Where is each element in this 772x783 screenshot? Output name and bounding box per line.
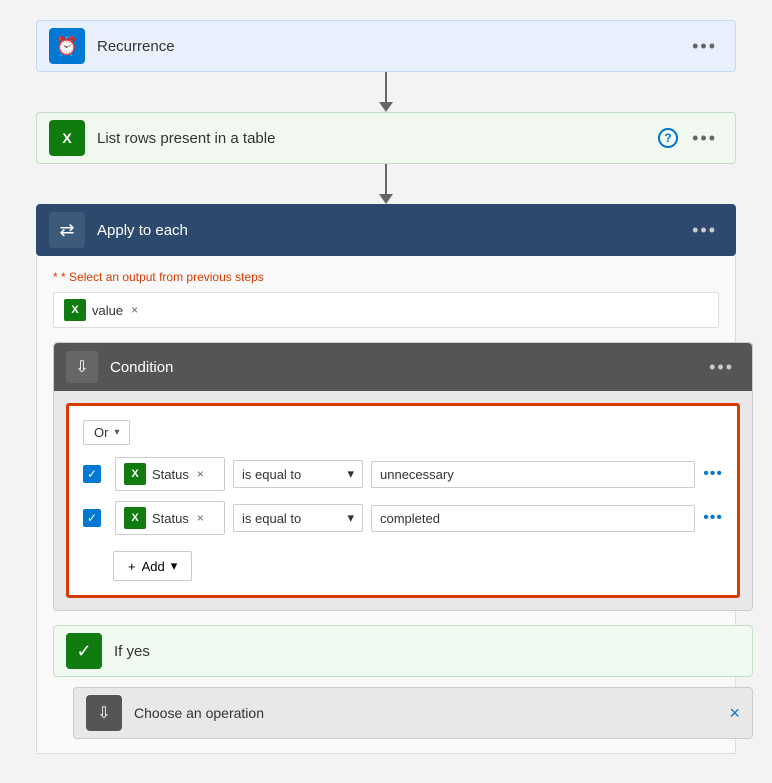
row1-operator-text: is equal to <box>242 467 301 482</box>
row2-operator-text: is equal to <box>242 511 301 526</box>
recurrence-more-button[interactable]: ••• <box>686 32 723 61</box>
or-dropdown[interactable]: Or ▾ <box>83 420 130 445</box>
arrow-2-head <box>379 194 393 204</box>
row2-field-remove[interactable]: × <box>197 511 204 525</box>
add-icon: + <box>128 559 136 574</box>
recurrence-icon-glyph: ⏰ <box>56 36 78 57</box>
row1-field-remove[interactable]: × <box>197 467 204 481</box>
select-label: * * Select an output from previous steps <box>53 270 719 284</box>
or-chevron-icon: ▾ <box>114 427 119 438</box>
list-rows-more-button[interactable]: ••• <box>686 124 723 153</box>
row1-checkbox[interactable]: ✓ <box>83 465 101 483</box>
arrow-1-head <box>379 102 393 112</box>
apply-each-title: Apply to each <box>97 222 686 239</box>
row1-field[interactable]: X Status × <box>115 457 225 491</box>
row1-operator-chevron: ▾ <box>347 466 354 482</box>
condition-title: Condition <box>110 359 703 376</box>
if-yes-title: If yes <box>114 643 740 660</box>
add-button[interactable]: + Add ▾ <box>113 551 192 581</box>
add-label: Add <box>142 559 165 574</box>
add-chevron-icon: ▾ <box>171 558 178 574</box>
apply-each-card: ⇄ Apply to each ••• <box>36 204 736 256</box>
if-yes-card: ✓ If yes <box>53 625 753 677</box>
recurrence-card: ⏰ Recurrence ••• <box>36 20 736 72</box>
row1-more-button[interactable]: ••• <box>703 465 723 483</box>
recurrence-actions: ••• <box>686 32 723 61</box>
condition-icon: ⇩ <box>66 351 98 383</box>
row1-value[interactable]: unnecessary <box>371 461 695 488</box>
recurrence-icon: ⏰ <box>49 28 85 64</box>
row1-operator[interactable]: is equal to ▾ <box>233 460 363 488</box>
condition-header: ⇩ Condition ••• <box>54 343 752 391</box>
row1-value-text: unnecessary <box>380 467 454 482</box>
row2-value[interactable]: completed <box>371 505 695 532</box>
choose-op-icon-glyph: ⇩ <box>97 703 110 723</box>
value-chip-remove[interactable]: × <box>131 303 138 317</box>
apply-each-icon: ⇄ <box>49 212 85 248</box>
or-label: Or <box>94 425 108 440</box>
choose-op-icon: ⇩ <box>86 695 122 731</box>
row2-excel-icon: X <box>124 507 146 529</box>
choose-op-section: ⇩ Choose an operation × <box>73 687 753 739</box>
row2-field-text: Status <box>152 511 189 526</box>
condition-more-button[interactable]: ••• <box>703 353 740 382</box>
row1-excel-icon: X <box>124 463 146 485</box>
value-chip-text: value <box>92 303 123 318</box>
choose-op-title: Choose an operation <box>134 705 264 721</box>
value-chip-row[interactable]: X value × <box>53 292 719 328</box>
list-rows-card: X List rows present in a table ? ••• <box>36 112 736 164</box>
arrow-2 <box>379 164 393 204</box>
flow-container: ⏰ Recurrence ••• X List rows present in … <box>20 20 752 754</box>
apply-each-icon-glyph: ⇄ <box>59 220 74 241</box>
arrow-1-line <box>385 72 387 102</box>
excel-icon-glyph: X <box>62 130 71 146</box>
row2-more-button[interactable]: ••• <box>703 509 723 527</box>
condition-card: ⇩ Condition ••• Or ▾ ✓ X <box>53 342 753 611</box>
arrow-1 <box>379 72 393 112</box>
apply-each-content: * * Select an output from previous steps… <box>36 256 736 754</box>
apply-each-more-button[interactable]: ••• <box>686 216 723 245</box>
row2-field[interactable]: X Status × <box>115 501 225 535</box>
apply-each-actions: ••• <box>686 216 723 245</box>
row2-operator[interactable]: is equal to ▾ <box>233 504 363 532</box>
row2-value-text: completed <box>380 511 440 526</box>
row2-operator-chevron: ▾ <box>347 510 354 526</box>
condition-row-1: ✓ X Status × is equal to ▾ unnecessary •… <box>83 457 723 491</box>
excel-icon: X <box>49 120 85 156</box>
condition-body: Or ▾ ✓ X Status × is equal to ▾ <box>66 403 740 598</box>
list-rows-actions: ? ••• <box>658 124 723 153</box>
value-excel-icon: X <box>64 299 86 321</box>
help-icon[interactable]: ? <box>658 128 678 148</box>
row1-field-text: Status <box>152 467 189 482</box>
required-star: * <box>53 270 61 284</box>
arrow-2-line <box>385 164 387 194</box>
if-yes-icon: ✓ <box>66 633 102 669</box>
condition-row-2: ✓ X Status × is equal to ▾ completed ••• <box>83 501 723 535</box>
choose-op-close-button[interactable]: × <box>729 703 740 724</box>
condition-icon-glyph: ⇩ <box>75 357 88 377</box>
row2-checkbox[interactable]: ✓ <box>83 509 101 527</box>
list-rows-title: List rows present in a table <box>97 130 658 147</box>
recurrence-title: Recurrence <box>97 38 686 55</box>
